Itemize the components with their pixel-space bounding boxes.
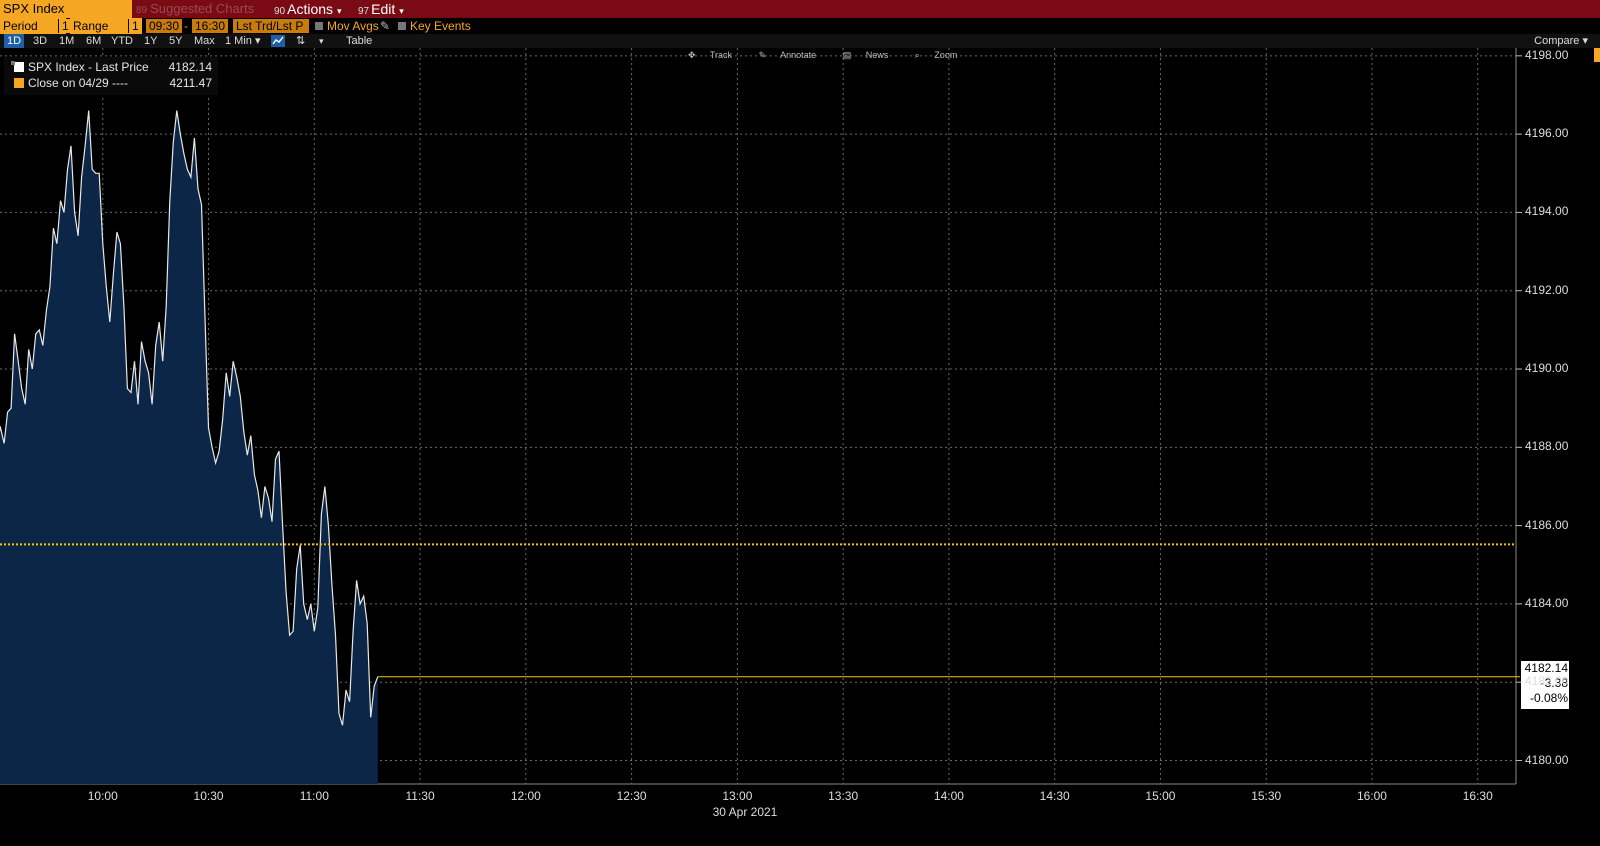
y-tick-label: 4182.00 <box>1525 674 1569 689</box>
actions-menu-button[interactable]: 90 Actions ▾ <box>274 0 342 18</box>
period-button-1d[interactable]: 1D <box>4 34 25 48</box>
ticker-field[interactable]: SPX Index <box>0 0 132 18</box>
key-events-checkbox[interactable] <box>398 22 406 30</box>
x-tick-label: 15:30 <box>1251 789 1282 803</box>
period-button-5y[interactable]: 5Y <box>169 34 182 48</box>
crosshair-icon: ✥ <box>688 50 696 60</box>
period-button-1y[interactable]: 1Y <box>144 34 157 48</box>
period-button-max[interactable]: Max <box>194 34 215 48</box>
x-tick-label: 11:00 <box>299 789 329 803</box>
time-from-field[interactable]: 09:30 <box>146 19 182 33</box>
price-chart[interactable] <box>0 48 1600 846</box>
x-tick-label: 16:30 <box>1462 789 1493 803</box>
suggested-charts-button[interactable]: 89 Suggested Charts <box>136 0 254 18</box>
period-button-6m[interactable]: 6M <box>86 34 101 48</box>
y-tick-label: 4180.00 <box>1525 752 1569 767</box>
chart-legend: SPX Index - Last Price 4182.14 Close on … <box>4 57 218 95</box>
x-tick-label: 13:30 <box>828 789 859 803</box>
chart-tools: ✥ Track ✎ Annotate ▤ News ⌕ Zoom <box>688 50 981 61</box>
period-button-1m[interactable]: 1M <box>59 34 74 48</box>
range-field[interactable]: 1 <box>128 19 140 33</box>
period-field[interactable]: 1 <box>58 19 70 33</box>
mov-avgs-label: Mov Avgs <box>327 19 379 33</box>
pencil-icon[interactable]: ✎ <box>380 18 390 34</box>
annotate-tool[interactable]: ✎ Annotate <box>759 50 829 60</box>
period-buttons-row: 1D 3D 1M 6M YTD 1Y 5Y Max 1 Min ▾ ⇅ ▾ Ta… <box>0 34 1600 48</box>
price-change-pct: -0.08% <box>1529 691 1568 705</box>
compare-label: Compare <box>1534 35 1580 47</box>
legend-label: Close on 04/29 ---- <box>28 76 129 90</box>
x-tick-label: 14:30 <box>1039 789 1070 803</box>
chevron-down-icon: ▾ <box>337 6 342 16</box>
x-tick-label: 15:00 <box>1145 789 1176 803</box>
table-button[interactable]: Table <box>346 34 372 48</box>
price-field-select[interactable]: Lst Trd/Lst P <box>233 19 309 33</box>
y-tick-label: 4194.00 <box>1525 204 1569 219</box>
y-tick-label: 4190.00 <box>1525 361 1569 376</box>
news-tool[interactable]: ▤ News <box>843 50 901 60</box>
bar-chart-icon[interactable]: ⇅ <box>296 34 305 48</box>
x-tick-label: 12:30 <box>616 789 647 803</box>
legend-item-last-price[interactable]: SPX Index - Last Price <box>14 59 149 75</box>
time-to-field[interactable]: 16:30 <box>192 19 228 33</box>
chevron-down-icon: ▾ <box>399 6 404 16</box>
legend-value: 4182.14 <box>168 60 212 74</box>
edit-number: 97 <box>358 6 370 17</box>
period-label: Period <box>0 18 66 34</box>
y-tick-label: 4184.00 <box>1525 595 1569 610</box>
magnifier-icon: ⌕ <box>914 50 920 60</box>
suggested-charts-number: 89 <box>136 5 148 16</box>
suggested-charts-label: Suggested Charts <box>150 1 255 16</box>
news-icon: ▤ <box>842 50 852 60</box>
pencil-icon: ✎ <box>758 50 767 60</box>
x-tick-label: 11:30 <box>405 789 435 803</box>
x-tick-label: 13:00 <box>722 789 753 803</box>
track-tool[interactable]: ✥ Track <box>688 50 744 60</box>
settings-row: Period 1 Range 1 09:30 - 16:30 Lst Trd/L… <box>0 18 1600 34</box>
y-tick-label: 4196.00 <box>1525 126 1569 141</box>
y-tick-label: 4188.00 <box>1525 439 1569 454</box>
chevron-down-icon[interactable]: ▾ <box>319 34 324 48</box>
x-tick-label: 10:30 <box>193 789 224 803</box>
x-tick-label: 16:00 <box>1356 789 1387 803</box>
top-toolbar: SPX Index 89 Suggested Charts 90 Actions ▾ … <box>0 0 1600 18</box>
date-axis-label: 30 Apr 2021 <box>712 805 778 819</box>
x-tick-label: 10:00 <box>87 789 118 803</box>
key-events-label: Key Events <box>410 19 471 33</box>
legend-item-prev-close[interactable]: Close on 04/29 ---- <box>14 75 128 91</box>
actions-label: Actions <box>287 1 334 17</box>
mov-avgs-checkbox[interactable] <box>315 22 323 30</box>
y-tick-label: 4192.00 <box>1525 282 1569 297</box>
chevron-down-icon: ▾ <box>254 35 261 47</box>
edit-label: Edit <box>371 1 396 17</box>
legend-label: SPX Index - Last Price <box>28 60 149 74</box>
interval-select[interactable]: 1 Min ▾ <box>225 34 261 48</box>
white-swatch-icon <box>14 62 24 72</box>
compare-button[interactable]: Compare ▾ <box>1534 34 1588 48</box>
period-button-3d[interactable]: 3D <box>33 34 47 48</box>
y-tick-label: 4198.00 <box>1525 47 1569 62</box>
chevron-down-icon: ▾ <box>1582 35 1588 47</box>
x-tick-label: 14:00 <box>933 789 964 803</box>
chart-svg <box>0 48 1522 785</box>
time-separator: - <box>184 19 188 33</box>
actions-number: 90 <box>274 6 286 17</box>
line-chart-icon[interactable] <box>271 35 285 47</box>
y-tick-label: 4186.00 <box>1525 517 1569 532</box>
period-button-ytd[interactable]: YTD <box>111 34 133 48</box>
legend-value: 4211.47 <box>169 76 213 90</box>
zoom-tool[interactable]: ⌕ Zoom <box>915 50 970 60</box>
legend-handle-icon[interactable] <box>11 61 15 65</box>
x-tick-label: 12:00 <box>510 789 541 803</box>
orange-swatch-icon <box>14 78 24 88</box>
interval-label: 1 Min <box>225 35 252 47</box>
edit-menu-button[interactable]: 97 Edit ▾ <box>358 0 404 18</box>
